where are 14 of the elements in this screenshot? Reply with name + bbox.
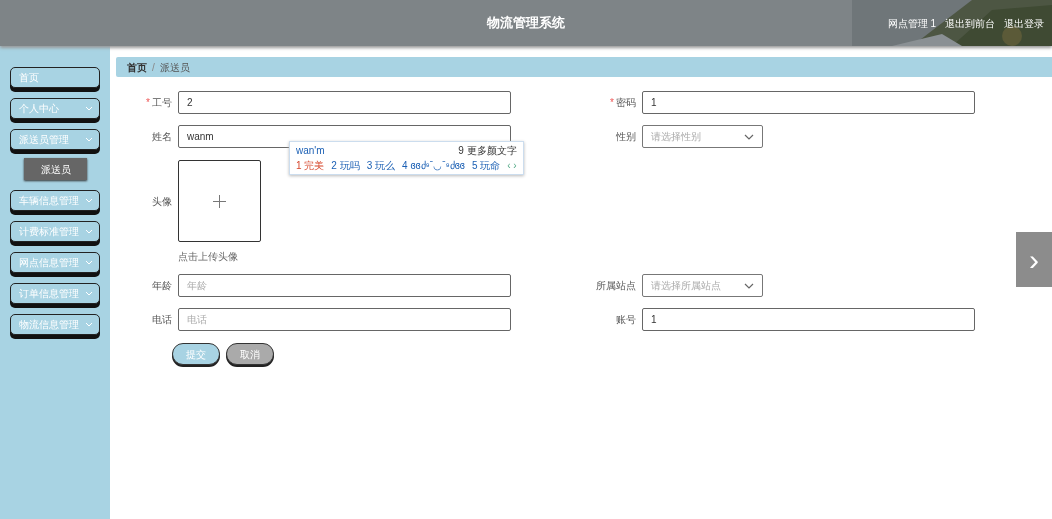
field-label: 姓名: [152, 130, 172, 144]
field-label: 年龄: [152, 279, 172, 293]
field-label: 工号: [152, 96, 172, 110]
upload-hint: 点击上传头像: [178, 250, 239, 264]
app-title: 物流管理系统: [487, 14, 565, 33]
required-mark: *: [146, 96, 150, 110]
field-label: 账号: [616, 313, 636, 327]
field-label: 性别: [616, 130, 636, 144]
field-label: 电话: [152, 313, 172, 327]
breadcrumb-separator: /: [152, 60, 155, 75]
required-mark: *: [610, 96, 614, 110]
field-label: 所属站点: [596, 279, 636, 293]
field-label: 密码: [616, 96, 636, 110]
field-label: 头像: [151, 195, 173, 209]
